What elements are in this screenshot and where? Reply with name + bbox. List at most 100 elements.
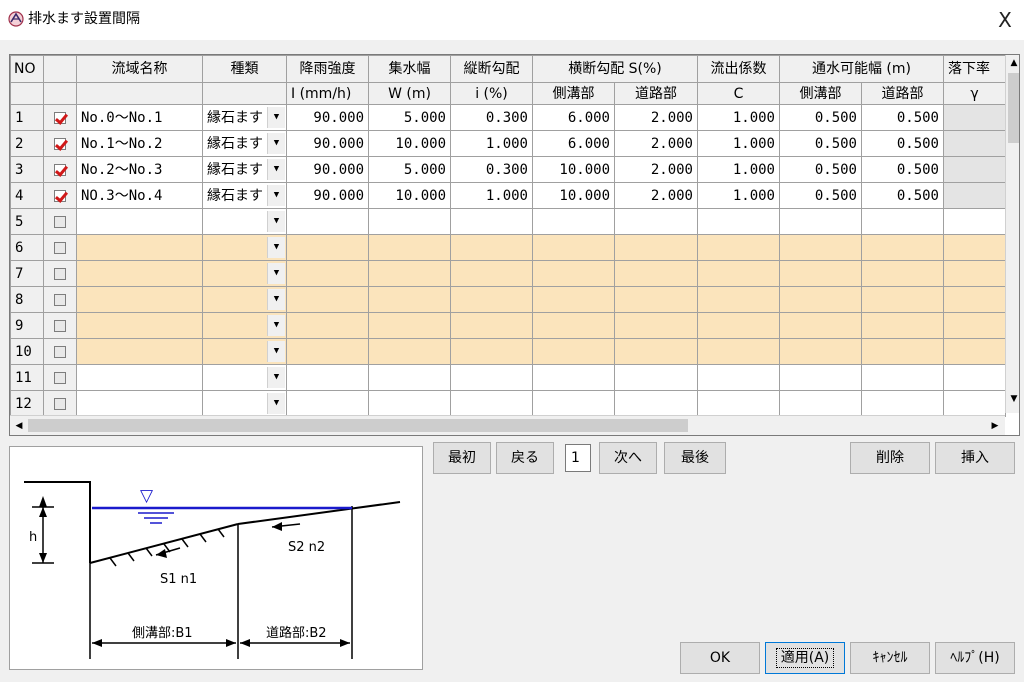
- scroll-right-icon[interactable]: ▶: [987, 418, 1003, 434]
- dropdown-arrow-icon[interactable]: ▼: [267, 341, 285, 362]
- table-row[interactable]: 10 ▼: [10, 338, 1006, 365]
- cell-fall[interactable]: [943, 234, 1006, 261]
- cell-rain[interactable]: 90.000: [286, 182, 369, 209]
- cell-b-gutter[interactable]: [779, 286, 862, 313]
- cell-s-gutter[interactable]: [532, 286, 615, 313]
- row-checkbox[interactable]: [43, 338, 77, 365]
- cell-c[interactable]: [697, 260, 780, 287]
- cell-s-gutter[interactable]: [532, 364, 615, 391]
- row-checkbox[interactable]: [43, 234, 77, 261]
- cell-name[interactable]: No.1～No.2: [76, 130, 203, 157]
- cell-rain[interactable]: [286, 364, 369, 391]
- scroll-up-icon[interactable]: ▲: [1006, 55, 1019, 71]
- cell-b-road[interactable]: [861, 260, 944, 287]
- cell-i[interactable]: 1.000: [450, 182, 533, 209]
- cell-s-gutter[interactable]: 10.000: [532, 156, 615, 183]
- cell-width[interactable]: 10.000: [368, 130, 451, 157]
- cell-s-road[interactable]: [614, 234, 698, 261]
- checkbox-icon[interactable]: [54, 241, 66, 254]
- cell-b-road[interactable]: 0.500: [861, 104, 944, 131]
- table-row[interactable]: 1 No.0～No.1 縁石ます ▼ 90.000 5.000 0.300 6.000 2.00…: [10, 104, 1006, 131]
- cell-fall[interactable]: [943, 182, 1006, 209]
- data-grid[interactable]: NO 流域名称 種類 降雨強度 集水幅 縦断勾配 横断勾配 S(%) 流出係数 …: [9, 54, 1020, 436]
- cell-b-road[interactable]: [861, 338, 944, 365]
- cell-i[interactable]: [450, 260, 533, 287]
- page-number-field[interactable]: 1: [565, 444, 591, 472]
- cell-name[interactable]: NO.3～No.4: [76, 182, 203, 209]
- cell-c[interactable]: 1.000: [697, 104, 780, 131]
- checkbox-icon[interactable]: [54, 345, 66, 358]
- cell-name[interactable]: [76, 208, 203, 235]
- cell-width[interactable]: [368, 286, 451, 313]
- cell-name[interactable]: [76, 390, 203, 417]
- dropdown-arrow-icon[interactable]: ▼: [267, 315, 285, 336]
- cell-name[interactable]: [76, 312, 203, 339]
- cell-b-gutter[interactable]: [779, 312, 862, 339]
- cell-b-gutter[interactable]: [779, 260, 862, 287]
- row-checkbox[interactable]: [43, 130, 77, 157]
- cell-type-select[interactable]: 縁石ます ▼: [202, 156, 287, 183]
- checkbox-icon[interactable]: [54, 267, 66, 280]
- cell-s-gutter[interactable]: 10.000: [532, 182, 615, 209]
- cell-c[interactable]: [697, 286, 780, 313]
- cell-rain[interactable]: [286, 312, 369, 339]
- cell-fall[interactable]: [943, 286, 1006, 313]
- dropdown-arrow-icon[interactable]: ▼: [267, 263, 285, 284]
- apply-button[interactable]: 適用(A): [765, 642, 845, 674]
- cell-type-select[interactable]: 縁石ます ▼: [202, 104, 287, 131]
- last-page-button[interactable]: 最後: [664, 442, 726, 474]
- cell-width[interactable]: 5.000: [368, 104, 451, 131]
- cell-s-road[interactable]: [614, 364, 698, 391]
- cell-i[interactable]: 0.300: [450, 156, 533, 183]
- row-checkbox[interactable]: [43, 104, 77, 131]
- cell-b-road[interactable]: [861, 364, 944, 391]
- cell-rain[interactable]: [286, 260, 369, 287]
- cell-b-gutter[interactable]: 0.500: [779, 130, 862, 157]
- cell-b-gutter[interactable]: [779, 338, 862, 365]
- first-page-button[interactable]: 最初: [433, 442, 491, 474]
- cell-b-gutter[interactable]: 0.500: [779, 156, 862, 183]
- table-row[interactable]: 12 ▼: [10, 390, 1006, 417]
- cell-name[interactable]: [76, 364, 203, 391]
- close-icon[interactable]: X: [990, 6, 1020, 34]
- checkbox-icon[interactable]: [54, 163, 66, 176]
- cell-fall[interactable]: [943, 312, 1006, 339]
- cell-b-gutter[interactable]: 0.500: [779, 104, 862, 131]
- table-row[interactable]: 9 ▼: [10, 312, 1006, 339]
- cell-fall[interactable]: [943, 208, 1006, 235]
- cell-c[interactable]: [697, 338, 780, 365]
- cell-name[interactable]: [76, 234, 203, 261]
- dropdown-arrow-icon[interactable]: ▼: [267, 185, 285, 206]
- dropdown-arrow-icon[interactable]: ▼: [267, 393, 285, 414]
- cell-c[interactable]: [697, 312, 780, 339]
- cell-name[interactable]: [76, 260, 203, 287]
- cell-name[interactable]: No.2～No.3: [76, 156, 203, 183]
- cell-s-road[interactable]: 2.000: [614, 130, 698, 157]
- cell-b-gutter[interactable]: [779, 364, 862, 391]
- dropdown-arrow-icon[interactable]: ▼: [267, 133, 285, 154]
- cell-c[interactable]: 1.000: [697, 156, 780, 183]
- cell-fall[interactable]: [943, 390, 1006, 417]
- cell-width[interactable]: [368, 338, 451, 365]
- cell-rain[interactable]: [286, 234, 369, 261]
- cell-b-gutter[interactable]: [779, 390, 862, 417]
- cell-width[interactable]: [368, 312, 451, 339]
- cell-b-road[interactable]: [861, 312, 944, 339]
- cell-fall[interactable]: [943, 260, 1006, 287]
- cell-s-gutter[interactable]: [532, 208, 615, 235]
- cell-type-select[interactable]: ▼: [202, 338, 287, 365]
- row-checkbox[interactable]: [43, 156, 77, 183]
- cell-width[interactable]: [368, 208, 451, 235]
- checkbox-icon[interactable]: [54, 189, 66, 202]
- cell-width[interactable]: [368, 390, 451, 417]
- cell-i[interactable]: [450, 338, 533, 365]
- checkbox-icon[interactable]: [54, 397, 66, 410]
- cell-name[interactable]: [76, 286, 203, 313]
- dropdown-arrow-icon[interactable]: ▼: [267, 367, 285, 388]
- checkbox-icon[interactable]: [54, 111, 66, 124]
- cell-s-road[interactable]: [614, 208, 698, 235]
- cell-b-road[interactable]: 0.500: [861, 156, 944, 183]
- cell-name[interactable]: No.0～No.1: [76, 104, 203, 131]
- cell-type-select[interactable]: ▼: [202, 390, 287, 417]
- cell-width[interactable]: [368, 234, 451, 261]
